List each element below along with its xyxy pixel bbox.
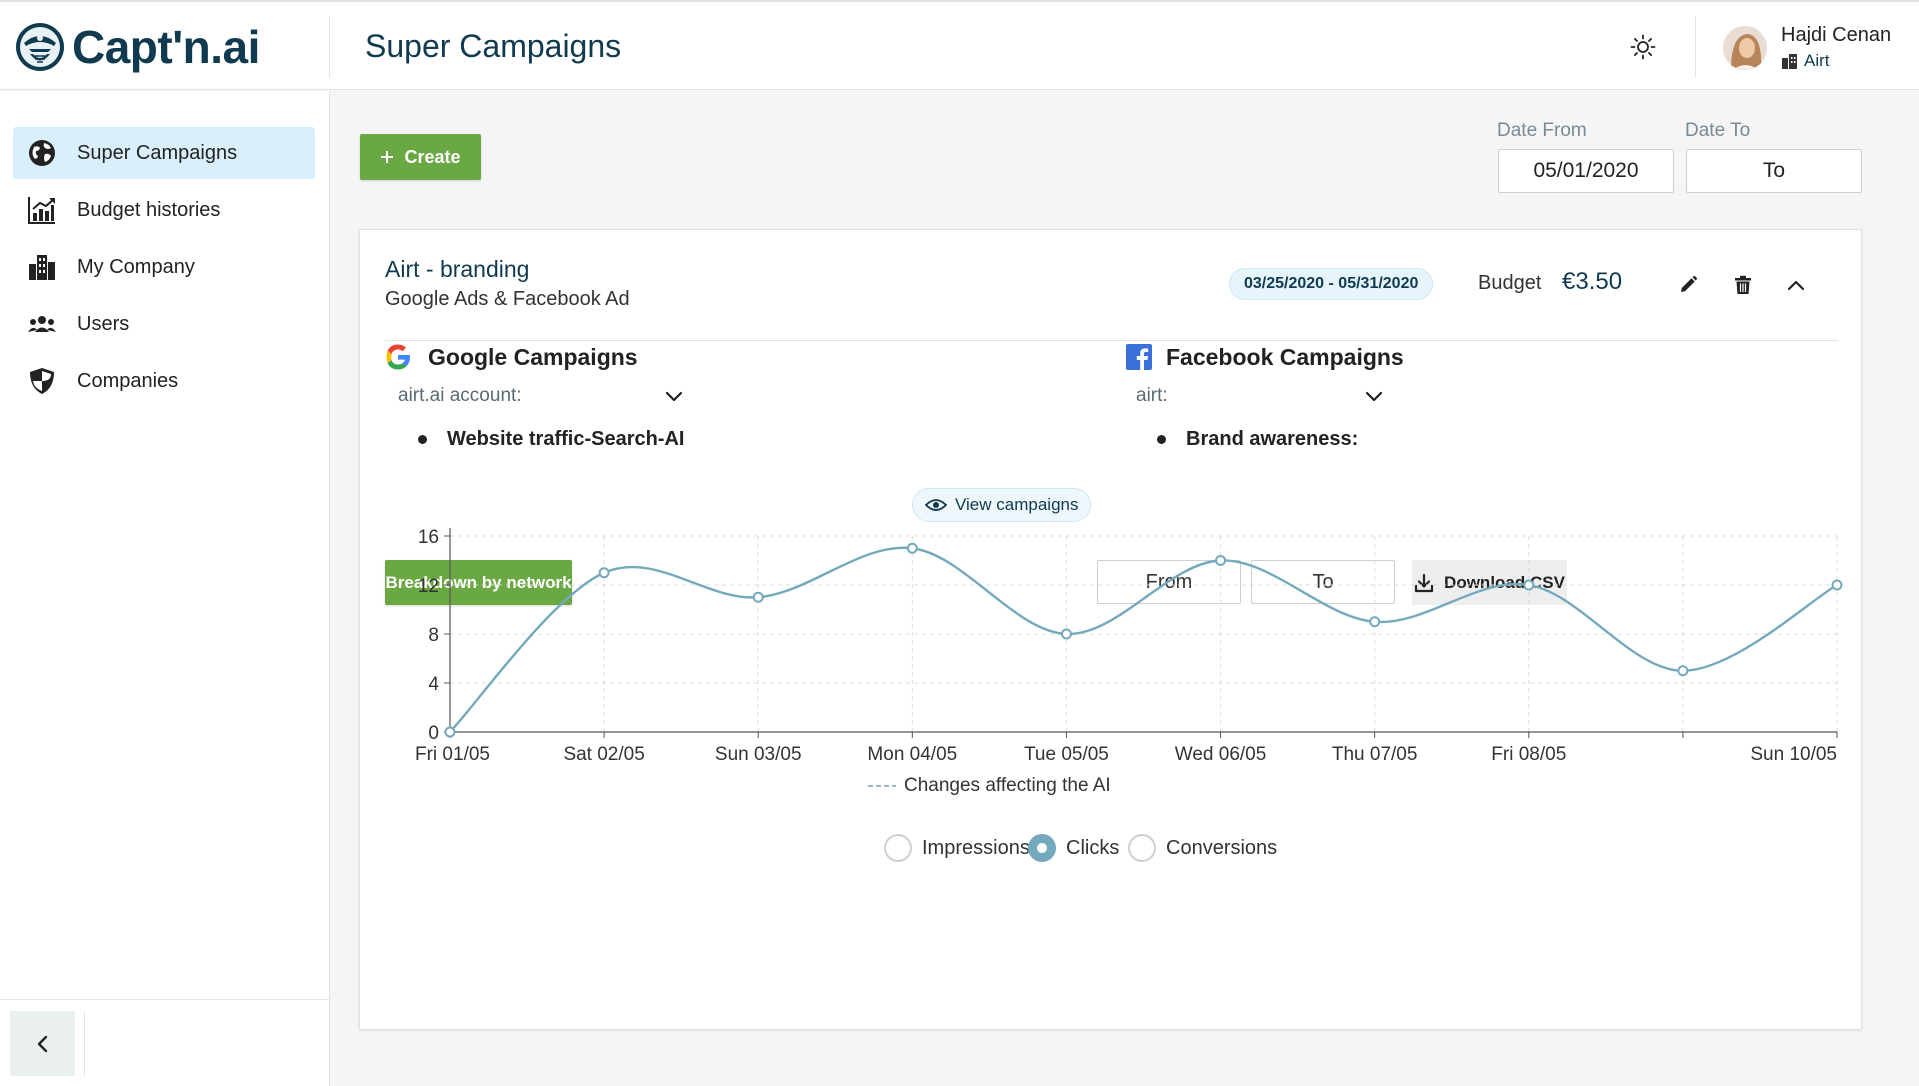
legend-label: Impressions (922, 836, 1030, 859)
user-name: Hajdi Cenan (1781, 24, 1892, 46)
x-tick-label: Mon 04/05 (867, 744, 957, 765)
collapse-sidebar-button[interactable] (10, 1011, 75, 1076)
sidebar-item-label: Users (77, 312, 130, 335)
sidebar-item-budget-histories[interactable]: Budget histories (13, 184, 315, 236)
clicks-line-chart: 0 4 8 12 16 Fri 01/05 Sat 02/05 Sun 03/05 Mon 04… (415, 527, 1843, 765)
captain-logo-icon (16, 23, 64, 71)
sidebar-item-label: My Company (77, 255, 195, 278)
sun-icon (1630, 34, 1656, 60)
data-point (1060, 628, 1072, 640)
user-avatar-icon (1723, 26, 1767, 70)
sidebar-divider (0, 999, 330, 1000)
sidebar-item-companies[interactable]: Companies (13, 355, 315, 407)
legend-label: Clicks (1066, 836, 1120, 859)
sidebar: Super Campaigns Budget histories My Comp… (0, 91, 330, 1086)
logo-text: Capt'n.ai (72, 21, 260, 73)
data-point (1215, 555, 1227, 566)
data-point (1831, 579, 1843, 591)
sidebar-item-label: Super Campaigns (77, 141, 238, 164)
legend-conversions[interactable]: Conversions (1128, 834, 1277, 862)
user-company-name: Airt (1804, 51, 1830, 70)
globe-icon (26, 137, 58, 169)
radio-impressions[interactable] (884, 834, 912, 862)
date-to-label: Date To (1685, 120, 1751, 141)
create-button-label: Create (404, 146, 461, 167)
x-tick-label: Fri 01/05 (415, 744, 490, 765)
x-tick-label: Wed 06/05 (1175, 744, 1267, 765)
page-title: Super Campaigns (365, 28, 622, 64)
create-button[interactable]: Create (360, 134, 481, 180)
theme-toggle-button[interactable] (1626, 30, 1660, 64)
x-tick-label: Tue 05/05 (1024, 744, 1109, 765)
radio-conversions[interactable] (1128, 834, 1156, 862)
data-point (752, 591, 764, 603)
date-from-label: Date From (1497, 120, 1587, 141)
ai-changes-label: Changes affecting the AI (904, 775, 1111, 796)
plus-icon (381, 151, 394, 163)
data-point (1523, 579, 1535, 591)
legend-label: Conversions (1166, 836, 1278, 859)
legend-impressions[interactable]: Impressions (884, 834, 1030, 862)
app-header: Capt'n.ai Super Campaigns Hajdi Cenan Ai… (0, 0, 1919, 90)
avatar[interactable] (1723, 26, 1767, 70)
date-to-input[interactable]: To (1686, 149, 1862, 193)
x-tick-label: Sun 03/05 (715, 744, 802, 765)
sidebar-item-label: Companies (77, 369, 179, 392)
legend-clicks[interactable]: Clicks (1028, 834, 1119, 862)
campaign-card: Airt - branding Google Ads & Facebook Ad… (359, 229, 1862, 1030)
data-point (598, 567, 610, 579)
radio-clicks[interactable] (1028, 834, 1056, 862)
y-tick-label: 0 (428, 723, 439, 744)
data-point (906, 542, 918, 554)
y-tick-label: 4 (428, 674, 439, 695)
user-company: Airt (1781, 51, 1830, 71)
building-icon (1782, 53, 1797, 69)
y-tick-label: 12 (418, 576, 439, 597)
header-divider (1695, 16, 1696, 78)
dashed-line-icon (868, 785, 896, 787)
y-tick-label: 8 (428, 625, 439, 646)
data-point (1369, 616, 1381, 628)
clicks-series-line (449, 546, 1838, 733)
users-icon (26, 308, 58, 340)
sidebar-divider (84, 1011, 85, 1076)
chevron-left-icon (37, 1035, 47, 1052)
x-tick-label: Sun 10/05 (1750, 744, 1837, 765)
header-divider (329, 16, 330, 78)
date-from-input[interactable]: 05/01/2020 (1498, 149, 1674, 193)
data-point (1677, 665, 1689, 677)
sidebar-item-users[interactable]: Users (13, 298, 315, 350)
x-tick-label: Fri 08/05 (1491, 744, 1566, 765)
shield-icon (26, 365, 58, 397)
x-tick-label: Thu 07/05 (1332, 744, 1418, 765)
building-icon (26, 251, 58, 283)
sidebar-item-my-company[interactable]: My Company (13, 241, 315, 293)
sidebar-item-super-campaigns[interactable]: Super Campaigns (13, 127, 315, 179)
logo[interactable]: Capt'n.ai (14, 18, 260, 76)
y-tick-label: 16 (418, 527, 439, 548)
x-tick-label: Sat 02/05 (563, 744, 644, 765)
chart-icon (26, 194, 58, 226)
sidebar-item-label: Budget histories (77, 198, 221, 221)
ai-changes-note: Changes affecting the AI (868, 775, 1111, 797)
data-point (444, 726, 456, 738)
